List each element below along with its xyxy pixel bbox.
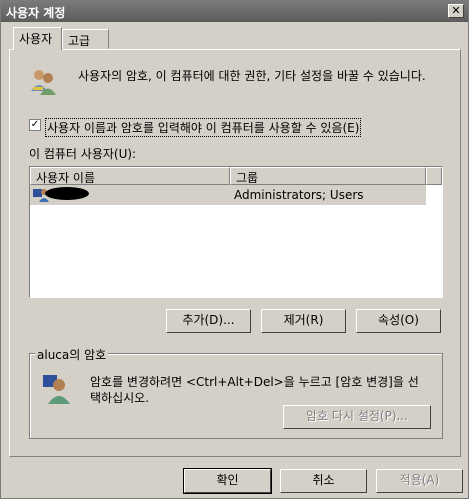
users-icon (31, 70, 56, 95)
ok-button[interactable]: 확인 (183, 468, 272, 494)
password-instructions-line1: 암호를 변경하려면 <Ctrl+Alt+Del>을 누르고 [암호 변경]을 선 (90, 375, 419, 389)
tab-users[interactable]: 사용자 (13, 27, 62, 50)
close-icon[interactable]: ✕ (448, 4, 464, 18)
title-bar[interactable]: 사용자 계정 ✕ (1, 1, 468, 22)
reset-password-button[interactable]: 암호 다시 설정(P)... (283, 405, 431, 429)
users-table[interactable]: 사용자 이름 그룹 Administrators; Users (29, 166, 443, 298)
redacted-username (45, 187, 89, 200)
user-icon (43, 375, 70, 404)
column-header-username[interactable]: 사용자 이름 (30, 167, 230, 185)
user-accounts-window: 사용자 계정 ✕ 사용자 고급 사용자의 암호, 이 컴퓨터에 대한 권한, 기… (0, 0, 469, 499)
require-login-label[interactable]: 사용자 이름과 암호를 입력해야 이 컴퓨터를 사용할 수 있음(E) (45, 118, 362, 137)
require-login-checkbox[interactable]: ✓ (29, 119, 41, 131)
users-list-label: 이 컴퓨터 사용자(U): (29, 147, 137, 161)
column-header-filler (426, 167, 442, 185)
window-title: 사용자 계정 (6, 6, 66, 20)
add-button[interactable]: 추가(D)... (166, 309, 251, 333)
apply-button[interactable]: 적용(A) (376, 469, 463, 493)
intro-text: 사용자의 암호, 이 컴퓨터에 대한 권한, 기타 설정을 바꿀 수 있습니다. (78, 69, 426, 83)
cancel-button[interactable]: 취소 (280, 469, 367, 493)
remove-button[interactable]: 제거(R) (261, 309, 346, 333)
column-header-group[interactable]: 그룹 (230, 167, 426, 185)
tab-advanced[interactable]: 고급 (62, 29, 109, 49)
properties-button[interactable]: 속성(O) (356, 309, 441, 333)
table-row[interactable]: Administrators; Users (30, 185, 426, 205)
password-instructions-line2: 택하십시오. (90, 391, 150, 405)
tab-label: 사용자 (19, 32, 53, 46)
row-group: Administrators; Users (234, 188, 364, 202)
password-group-title: aluca의 암호 (35, 346, 109, 363)
tab-label: 고급 (68, 34, 91, 48)
